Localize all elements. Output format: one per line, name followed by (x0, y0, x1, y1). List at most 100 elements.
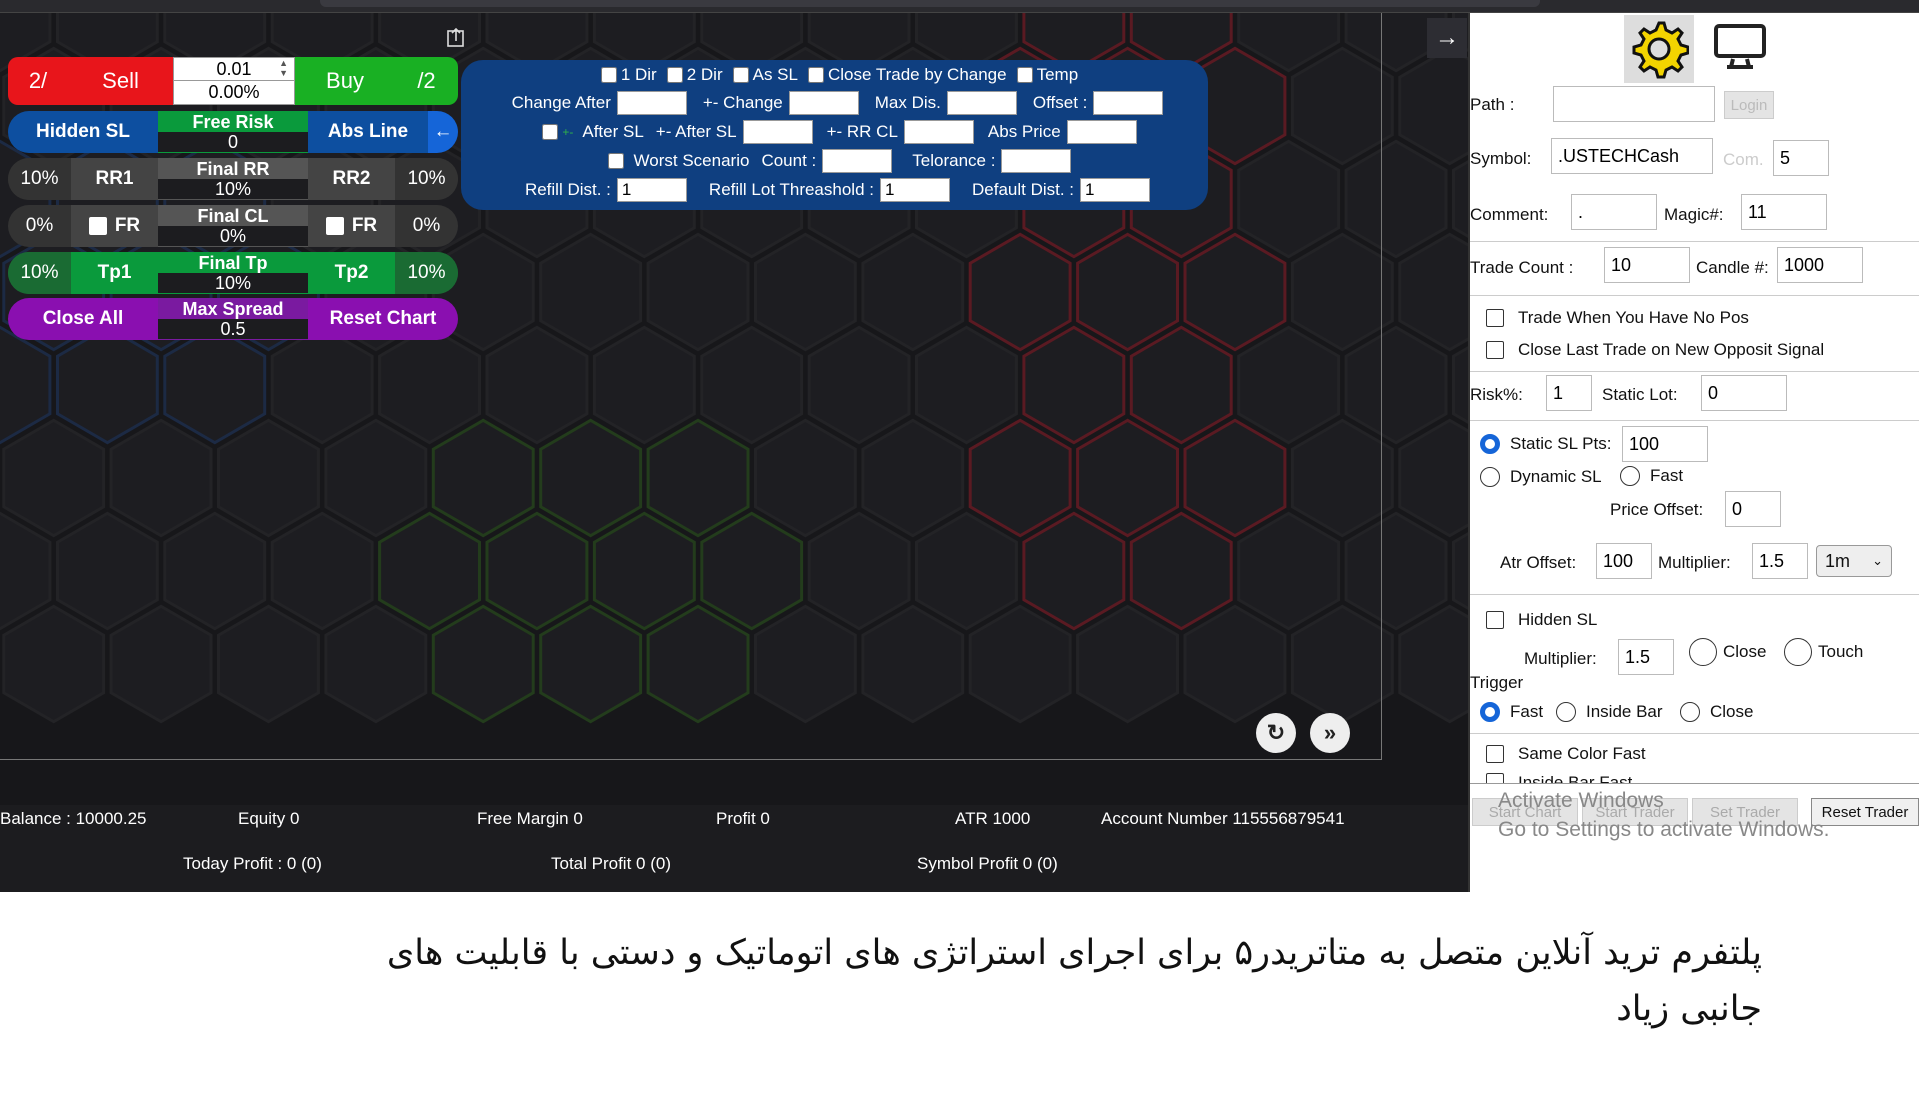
login-button[interactable]: Login (1724, 91, 1774, 119)
gear-icon[interactable] (1624, 15, 1694, 83)
lot-input[interactable]: 0.01 ▲ ▼ (174, 58, 294, 81)
divider (1470, 295, 1919, 296)
popout-icon[interactable] (446, 26, 466, 48)
static-sl-radio[interactable] (1480, 434, 1500, 454)
default-dist-input[interactable] (1080, 178, 1151, 202)
fast-option[interactable]: Fast (1620, 466, 1683, 486)
tp1-percent[interactable]: 10% (8, 252, 71, 294)
max-dis-input[interactable] (946, 91, 1017, 115)
inside-bar-label: Inside Bar (1586, 702, 1663, 721)
buy-button[interactable]: Buy (295, 57, 395, 105)
fast-forward-icon[interactable]: » (1310, 713, 1350, 753)
pm-rr-cl-input[interactable] (903, 120, 974, 144)
fr-right-toggle[interactable]: FR (308, 205, 395, 247)
comment-input[interactable] (1571, 194, 1657, 230)
trade-count-input[interactable] (1604, 247, 1690, 283)
worst-scenario-checkbox[interactable] (607, 153, 624, 169)
trade-no-pos-option[interactable]: Trade When You Have No Pos (1486, 308, 1749, 328)
static-sl-input[interactable] (1622, 426, 1708, 462)
tp2-percent[interactable]: 10% (395, 252, 458, 294)
sell-button[interactable]: Sell (68, 57, 173, 105)
offset-input[interactable] (1093, 91, 1164, 115)
fr-right-checkbox[interactable] (325, 217, 344, 235)
same-color-fast-checkbox[interactable] (1486, 745, 1504, 763)
dynamic-sl-option[interactable]: Dynamic SL (1480, 467, 1602, 487)
abs-price-input[interactable] (1066, 120, 1137, 144)
rr2-button[interactable]: RR2 (308, 158, 395, 200)
static-lot-input[interactable] (1701, 375, 1787, 411)
dynamic-sl-radio[interactable] (1480, 467, 1500, 487)
after-sl-checkbox[interactable] (542, 124, 559, 140)
cl-left-percent[interactable]: 0% (8, 205, 71, 247)
trigger-close-option[interactable]: Close (1680, 702, 1753, 722)
hidden-multiplier-input[interactable] (1618, 639, 1674, 675)
inside-bar-option[interactable]: Inside Bar (1556, 702, 1663, 722)
half-buy-button[interactable]: /2 (395, 57, 458, 105)
hidden-sl-checkbox[interactable] (1486, 611, 1504, 629)
trigger-close-radio[interactable] (1680, 702, 1700, 722)
fast-radio[interactable] (1620, 466, 1640, 486)
multiplier-input[interactable] (1752, 543, 1808, 579)
timeframe-select[interactable]: 1m ⌄ (1816, 545, 1892, 577)
trigger-fast-option[interactable]: Fast (1480, 702, 1543, 722)
static-sl-option[interactable]: Static SL Pts: (1480, 434, 1611, 454)
refresh-icon[interactable]: ↻ (1256, 713, 1296, 753)
pm-change-input[interactable] (788, 91, 859, 115)
touch-radio[interactable] (1784, 638, 1812, 666)
close-last-checkbox[interactable] (1486, 341, 1504, 359)
magic-input[interactable] (1741, 194, 1827, 230)
fr-left-toggle[interactable]: FR (71, 205, 158, 247)
path-input[interactable] (1553, 86, 1715, 122)
monitor-icon[interactable] (1713, 23, 1767, 76)
inside-bar-radio[interactable] (1556, 702, 1576, 722)
hidden-close-option[interactable]: Close (1689, 638, 1766, 666)
same-color-fast-option[interactable]: Same Color Fast (1486, 744, 1646, 764)
hidden-close-radio[interactable] (1689, 638, 1717, 666)
telorance-input[interactable] (1001, 149, 1072, 173)
free-risk-block[interactable]: Free Risk 0 (158, 111, 308, 153)
touch-option[interactable]: Touch (1784, 638, 1863, 666)
one-dir-checkbox[interactable] (600, 67, 617, 83)
two-dir-checkbox[interactable] (666, 67, 683, 83)
comment-label: Comment: (1470, 205, 1549, 224)
close-all-button[interactable]: Close All (8, 298, 158, 340)
com-input[interactable] (1773, 140, 1829, 176)
arrow-right-icon[interactable]: → (1427, 18, 1467, 58)
abs-line-button[interactable]: Abs Line (308, 111, 428, 153)
hidden-sl-button[interactable]: Hidden SL (8, 111, 158, 153)
rr1-percent[interactable]: 10% (8, 158, 71, 200)
reset-chart-button[interactable]: Reset Chart (308, 298, 458, 340)
caption-text: پلتفرم ترید آنلاین متصل به متاتریدر۵ برا… (200, 925, 1762, 1037)
risk-input[interactable] (1546, 375, 1592, 411)
half-sell-button[interactable]: 2/ (8, 57, 68, 105)
final-tp-block[interactable]: Final Tp 10% (158, 252, 308, 294)
inside-bar-fast-option[interactable]: Inside Bar Fast (1486, 773, 1632, 783)
refill-lot-input[interactable] (879, 178, 950, 202)
close-by-change-checkbox[interactable] (807, 67, 824, 83)
stepper-icon[interactable]: ▲ ▼ (279, 58, 288, 78)
max-spread-block[interactable]: Max Spread 0.5 (158, 298, 308, 340)
fr-left-checkbox[interactable] (88, 217, 107, 235)
symbol-input[interactable] (1551, 138, 1713, 174)
change-after-input[interactable] (616, 91, 687, 115)
refill-dist-input[interactable] (616, 178, 687, 202)
close-last-option[interactable]: Close Last Trade on New Opposit Signal (1486, 340, 1824, 360)
rr1-button[interactable]: RR1 (71, 158, 158, 200)
trade-no-pos-checkbox[interactable] (1486, 309, 1504, 327)
final-rr-block[interactable]: Final RR 10% (158, 158, 308, 200)
count-input[interactable] (822, 149, 893, 173)
trigger-fast-radio[interactable] (1480, 702, 1500, 722)
cl-right-percent[interactable]: 0% (395, 205, 458, 247)
rr2-percent[interactable]: 10% (395, 158, 458, 200)
candle-input[interactable] (1777, 247, 1863, 283)
final-cl-block[interactable]: Final CL 0% (158, 205, 308, 247)
inside-bar-fast-checkbox[interactable] (1486, 773, 1504, 783)
tp1-button[interactable]: Tp1 (71, 252, 158, 294)
price-offset-input[interactable] (1725, 491, 1781, 527)
pm-after-sl-input[interactable] (742, 120, 813, 144)
atr-offset-input[interactable] (1596, 543, 1652, 579)
hidden-sl-option[interactable]: Hidden SL (1486, 610, 1597, 630)
as-sl-checkbox[interactable] (732, 67, 749, 83)
tp2-button[interactable]: Tp2 (308, 252, 395, 294)
temp-checkbox[interactable] (1016, 67, 1033, 83)
